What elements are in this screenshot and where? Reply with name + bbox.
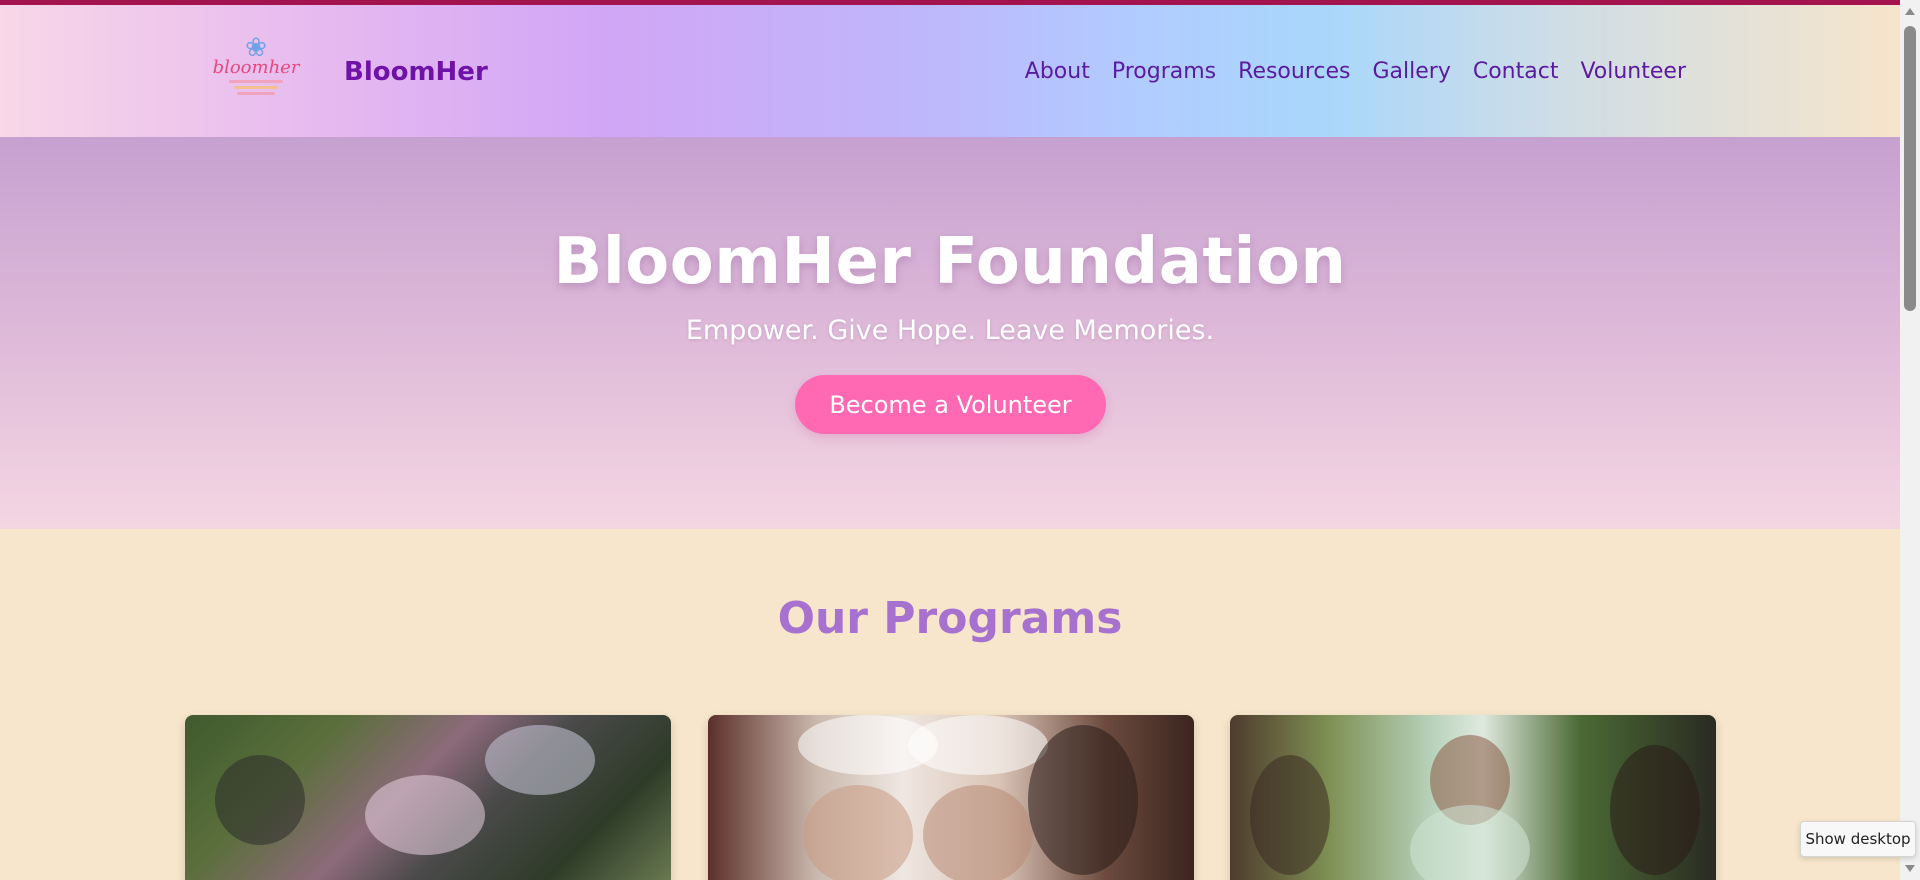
nav-link-resources[interactable]: Resources xyxy=(1238,59,1350,84)
photo-shape xyxy=(1410,805,1530,880)
site-header: ❀ bloomher BloomHer About Programs Resou… xyxy=(0,5,1900,137)
photo-shape xyxy=(365,775,485,855)
show-desktop-tooltip: Show desktop xyxy=(1800,821,1916,857)
brand-name[interactable]: BloomHer xyxy=(344,57,488,87)
logo[interactable]: ❀ bloomher xyxy=(212,35,300,111)
logo-tagline-line xyxy=(229,80,283,83)
logo-tagline-line xyxy=(234,86,278,89)
programs-heading: Our Programs xyxy=(777,593,1123,644)
photo-shape xyxy=(485,725,595,795)
hero-section: BloomHer Foundation Empower. Give Hope. … xyxy=(0,137,1900,529)
logo-text: bloomher xyxy=(212,57,300,78)
logo-tagline-line xyxy=(237,92,275,95)
photo-shape xyxy=(908,715,1048,775)
hero-tagline: Empower. Give Hope. Leave Memories. xyxy=(685,315,1215,346)
main-nav: About Programs Resources Gallery Contact… xyxy=(1025,59,1686,84)
page-scrollbar[interactable] xyxy=(1900,0,1920,880)
hero-title: BloomHer Foundation xyxy=(553,225,1347,299)
program-card-image[interactable] xyxy=(1230,715,1716,880)
scroll-up-icon[interactable] xyxy=(1905,8,1915,15)
nav-link-programs[interactable]: Programs xyxy=(1112,59,1216,84)
photo-shape xyxy=(923,785,1033,880)
photo-shape xyxy=(1250,755,1330,875)
become-volunteer-button[interactable]: Become a Volunteer xyxy=(795,375,1106,434)
photo-shape xyxy=(1610,745,1700,875)
programs-section: Our Programs xyxy=(0,529,1900,880)
scrollbar-thumb[interactable] xyxy=(1904,26,1916,311)
program-card-image[interactable] xyxy=(185,715,671,880)
photo-shape xyxy=(803,785,913,880)
nav-link-contact[interactable]: Contact xyxy=(1473,59,1559,84)
program-card-image[interactable] xyxy=(708,715,1194,880)
scroll-down-icon[interactable] xyxy=(1905,865,1915,872)
photo-shape xyxy=(1028,725,1138,875)
photo-shape xyxy=(215,755,305,845)
nav-link-volunteer[interactable]: Volunteer xyxy=(1580,59,1686,84)
nav-link-about[interactable]: About xyxy=(1025,59,1090,84)
nav-link-gallery[interactable]: Gallery xyxy=(1373,59,1451,84)
